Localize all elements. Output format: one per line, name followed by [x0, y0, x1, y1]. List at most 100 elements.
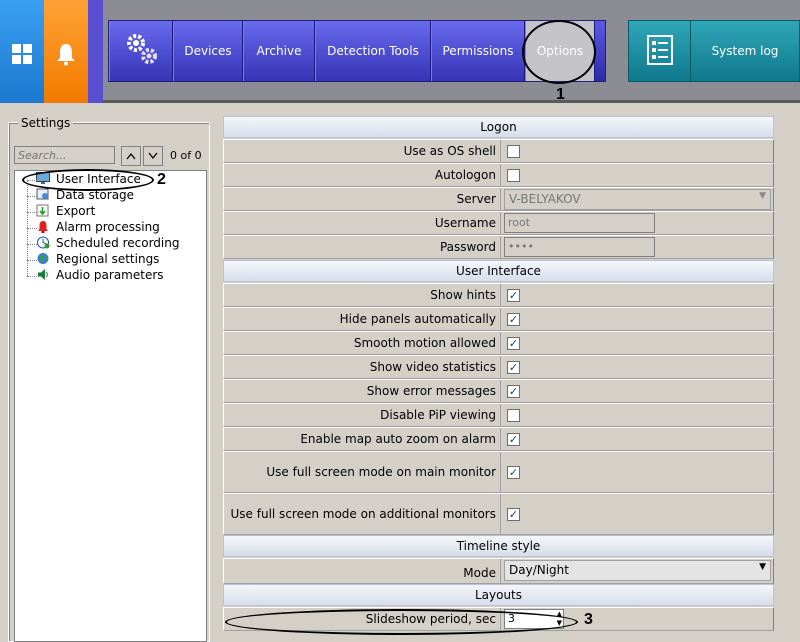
row-label: Slideshow period, sec [224, 608, 501, 630]
show-hints-checkbox[interactable]: ✓ [507, 289, 520, 302]
show-error-messages-checkbox[interactable]: ✓ [507, 385, 520, 398]
section-header-timeline-style: Timeline style [223, 535, 774, 557]
bell-icon [57, 44, 75, 66]
row-label: Use as OS shell [224, 140, 501, 162]
tree-item-data-storage[interactable]: Data storage [24, 188, 134, 204]
row-label: Server [224, 188, 501, 210]
dropdown-arrow-icon: ▼ [759, 191, 766, 201]
spin-down-icon[interactable]: ▼ [557, 619, 562, 627]
fullscreen-main-checkbox[interactable]: ✓ [507, 466, 520, 479]
slideshow-period-value: 3 [508, 612, 515, 625]
system-log-icon-button[interactable] [629, 21, 691, 81]
tab-options[interactable]: Options [525, 21, 595, 81]
password-field[interactable]: •••• [504, 237, 655, 257]
tree-connector [27, 196, 37, 197]
username-field[interactable]: root [504, 213, 655, 233]
row-label: Enable map auto zoom on alarm [224, 428, 501, 450]
globe-icon [37, 253, 49, 264]
tab-detection-tools[interactable]: Detection Tools [315, 21, 431, 81]
checklist-icon [647, 35, 673, 65]
disable-pip-checkbox[interactable] [507, 409, 520, 422]
tree-connector [27, 228, 37, 229]
tree-item-user-interface[interactable]: User Interface [24, 172, 141, 188]
windows-tile-button[interactable] [0, 0, 44, 103]
row-show-video-statistics: Show video statistics ✓ [223, 355, 774, 379]
mode-dropdown[interactable]: Day/Night ▼ [504, 560, 771, 581]
row-slideshow-period: Slideshow period, sec 3 ▲ ▼ [223, 607, 774, 631]
tree-item-scheduled-recording[interactable]: Scheduled recording [24, 236, 179, 252]
main-navigation: Devices Archive Detection Tools Permissi… [108, 20, 606, 82]
tree-item-alarm-processing[interactable]: Alarm processing [24, 220, 160, 236]
row-label: Smooth motion allowed [224, 332, 501, 354]
callout-number-1: 1 [556, 86, 565, 103]
tree-item-label: Export [56, 204, 96, 218]
tab-devices[interactable]: Devices [173, 21, 243, 81]
search-match-count: 0 of 0 [170, 149, 202, 162]
row-fullscreen-additional: Use full screen mode on additional monit… [223, 493, 774, 535]
row-use-as-os-shell: Use as OS shell [223, 139, 774, 163]
monitor-icon [36, 172, 50, 184]
settings-gear-button[interactable] [109, 21, 173, 81]
speaker-icon [38, 269, 48, 280]
panel-separator [88, 0, 103, 103]
row-smooth-motion: Smooth motion allowed ✓ [223, 331, 774, 355]
tree-item-label: Data storage [56, 188, 135, 202]
hide-panels-checkbox[interactable]: ✓ [507, 313, 520, 326]
tab-permissions[interactable]: Permissions [431, 21, 525, 81]
row-disable-pip: Disable PiP viewing [223, 403, 774, 427]
row-label: Mode [224, 559, 501, 583]
tree-connector [27, 276, 37, 277]
row-autologon: Autologon [223, 163, 774, 187]
slideshow-period-spinbox[interactable]: 3 ▲ ▼ [504, 609, 564, 629]
section-header-logon: Logon [223, 116, 774, 138]
tab-archive[interactable]: Archive [243, 21, 315, 81]
alarm-bell-button[interactable] [44, 0, 88, 103]
show-video-statistics-checkbox[interactable]: ✓ [507, 361, 520, 374]
spin-up-icon[interactable]: ▲ [557, 610, 562, 618]
settings-group-title: Settings [18, 116, 74, 130]
search-previous-button[interactable] [121, 146, 141, 166]
dropdown-arrow-icon: ▼ [759, 562, 766, 572]
row-hide-panels: Hide panels automatically ✓ [223, 307, 774, 331]
row-show-hints: Show hints ✓ [223, 283, 774, 307]
tree-item-audio-parameters[interactable]: Audio parameters [24, 268, 164, 284]
tree-connector [27, 212, 37, 213]
tree-item-label: Scheduled recording [56, 236, 180, 250]
fullscreen-additional-checkbox[interactable]: ✓ [507, 508, 520, 521]
windows-icon [12, 44, 32, 64]
section-header-layouts: Layouts [223, 584, 774, 606]
system-log-panel[interactable]: System log [628, 20, 800, 82]
row-password: Password •••• [223, 235, 774, 259]
section-header-user-interface: User Interface [223, 260, 774, 282]
settings-search-input[interactable] [14, 146, 115, 164]
map-auto-zoom-checkbox[interactable]: ✓ [507, 433, 520, 446]
autologon-checkbox[interactable] [507, 169, 520, 182]
use-as-os-shell-checkbox[interactable] [507, 145, 520, 158]
row-fullscreen-main: Use full screen mode on main monitor ✓ [223, 451, 774, 493]
server-value: V-BELYAKOV [509, 192, 581, 206]
row-label: Show video statistics [224, 356, 501, 378]
row-label: Password [224, 236, 501, 258]
tree-item-label: Regional settings [56, 252, 160, 266]
chevron-up-icon [126, 152, 136, 160]
row-label: Show error messages [224, 380, 501, 402]
tree-item-export[interactable]: Export [24, 204, 95, 220]
tree-connector [27, 244, 37, 245]
row-map-auto-zoom: Enable map auto zoom on alarm ✓ [223, 427, 774, 451]
callout-number-2: 2 [157, 171, 166, 188]
search-next-button[interactable] [143, 146, 163, 166]
gears-icon [127, 34, 157, 64]
tree-connector [27, 260, 37, 261]
row-label: Hide panels automatically [224, 308, 501, 330]
server-dropdown[interactable]: V-BELYAKOV ▼ [504, 189, 771, 210]
vertical-scrollbar[interactable] [775, 116, 800, 642]
tree-item-label: Audio parameters [56, 268, 164, 282]
property-grid: Logon Use as OS shell Autologon Server V… [223, 116, 774, 642]
mode-value: Day/Night [509, 563, 569, 577]
top-toolbar: Devices Archive Detection Tools Permissi… [0, 0, 800, 103]
tab-system-log[interactable]: System log [691, 21, 799, 81]
row-label: Use full screen mode on additional monit… [224, 494, 501, 534]
smooth-motion-checkbox[interactable]: ✓ [507, 337, 520, 350]
tree-item-regional-settings[interactable]: Regional settings [24, 252, 159, 268]
clock-icon [37, 236, 50, 249]
